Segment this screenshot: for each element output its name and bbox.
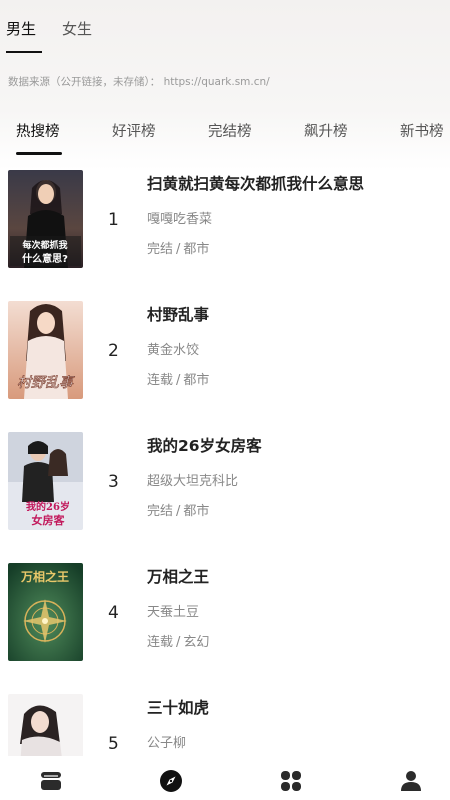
svg-text:万相之王: 万相之王 bbox=[20, 569, 69, 584]
book-status: 完结 bbox=[147, 242, 174, 257]
book-genre: 都市 bbox=[183, 373, 210, 388]
svg-text:每次都抓我: 每次都抓我 bbox=[22, 239, 67, 251]
list-item[interactable]: 5 三十如虎 公子柳 bbox=[0, 694, 450, 756]
svg-text:村野乱事: 村野乱事 bbox=[17, 375, 75, 391]
book-status: 连载 bbox=[147, 373, 174, 388]
list-item[interactable]: 我的26岁 女房客 3 我的26岁女房客 超级大坦克科比 完结 / 都市 bbox=[0, 432, 450, 552]
book-cover: 每次都抓我 什么意思? bbox=[8, 170, 83, 268]
ranking-tabs: 热搜榜 好评榜 完结榜 飙升榜 新书榜 bbox=[0, 116, 450, 156]
svg-text:我的26岁: 我的26岁 bbox=[26, 500, 70, 513]
book-genre: 都市 bbox=[183, 504, 210, 519]
book-cover: 万相之王 bbox=[8, 563, 83, 661]
book-meta: 完结 / 都市 bbox=[147, 238, 209, 257]
svg-text:什么意思?: 什么意思? bbox=[22, 252, 68, 265]
tab-completed[interactable]: 完结榜 bbox=[208, 120, 252, 141]
svg-text:女房客: 女房客 bbox=[32, 513, 66, 527]
categories-icon bbox=[281, 771, 301, 791]
rank-number: 1 bbox=[108, 210, 119, 230]
nav-profile[interactable] bbox=[398, 768, 424, 794]
nav-categories[interactable] bbox=[278, 768, 304, 794]
book-meta: 连载 / 都市 bbox=[147, 369, 209, 388]
book-author: 公子柳 bbox=[147, 736, 187, 751]
data-source-notice: 数据来源（公开链接，未存储）： https://quark.sm.cn/ bbox=[8, 76, 270, 88]
book-author: 超级大坦克科比 bbox=[147, 474, 239, 489]
meta-separator: / bbox=[176, 504, 181, 519]
book-cover: 我的26岁 女房客 bbox=[8, 432, 83, 530]
book-author: 嘎嘎吃香菜 bbox=[147, 212, 213, 227]
compass-icon bbox=[160, 770, 182, 792]
tab-rising[interactable]: 飙升榜 bbox=[304, 120, 348, 141]
nav-discover[interactable] bbox=[158, 768, 184, 794]
cover-image-5 bbox=[8, 694, 83, 756]
book-meta: 连载 / 玄幻 bbox=[147, 631, 209, 650]
rank-number: 2 bbox=[108, 341, 119, 361]
gender-tabs: 男生 女生 bbox=[6, 18, 118, 58]
book-title: 三十如虎 bbox=[147, 699, 210, 717]
book-genre: 都市 bbox=[183, 242, 210, 257]
book-author: 黄金水饺 bbox=[147, 343, 200, 358]
active-tab-indicator bbox=[16, 152, 62, 155]
cover-image-4: 万相之王 bbox=[8, 563, 83, 661]
book-genre: 玄幻 bbox=[183, 635, 210, 650]
list-item[interactable]: 村野乱事 2 村野乱事 黄金水饺 连载 / 都市 bbox=[0, 301, 450, 421]
tab-hot-search[interactable]: 热搜榜 bbox=[16, 120, 60, 141]
cover-image-3: 我的26岁 女房客 bbox=[8, 432, 83, 530]
rank-number: 3 bbox=[108, 472, 119, 492]
app-screen: 男生 女生 数据来源（公开链接，未存储）： https://quark.sm.c… bbox=[0, 0, 450, 800]
book-title: 我的26岁女房客 bbox=[147, 437, 262, 455]
tab-female[interactable]: 女生 bbox=[62, 18, 92, 54]
book-status: 连载 bbox=[147, 635, 174, 650]
rank-number: 5 bbox=[108, 734, 119, 754]
book-author: 天蚕土豆 bbox=[147, 605, 200, 620]
tab-male[interactable]: 男生 bbox=[6, 18, 43, 54]
cover-image-1: 每次都抓我 什么意思? bbox=[8, 170, 83, 268]
bottom-nav bbox=[0, 756, 450, 800]
meta-separator: / bbox=[176, 242, 181, 257]
bookshelf-icon bbox=[41, 772, 61, 790]
tab-new-books[interactable]: 新书榜 bbox=[400, 120, 444, 141]
list-item[interactable]: 每次都抓我 什么意思? 1 扫黄就扫黄每次都抓我什么意思 嘎嘎吃香菜 完结 / 都市 bbox=[0, 170, 450, 290]
meta-separator: / bbox=[176, 635, 181, 650]
book-cover bbox=[8, 694, 83, 756]
list-item[interactable]: 万相之王 4 万相之王 天蚕土豆 连载 / 玄幻 bbox=[0, 563, 450, 683]
book-status: 完结 bbox=[147, 504, 174, 519]
book-cover: 村野乱事 bbox=[8, 301, 83, 399]
book-title: 村野乱事 bbox=[147, 306, 210, 324]
book-meta: 完结 / 都市 bbox=[147, 500, 209, 519]
nav-bookshelf[interactable] bbox=[38, 768, 64, 794]
book-title: 万相之王 bbox=[147, 568, 210, 586]
profile-icon bbox=[401, 771, 421, 791]
book-title: 扫黄就扫黄每次都抓我什么意思 bbox=[147, 175, 365, 193]
meta-separator: / bbox=[176, 373, 181, 388]
cover-image-2: 村野乱事 bbox=[8, 301, 83, 399]
rank-number: 4 bbox=[108, 603, 119, 623]
tab-top-rated[interactable]: 好评榜 bbox=[112, 120, 156, 141]
